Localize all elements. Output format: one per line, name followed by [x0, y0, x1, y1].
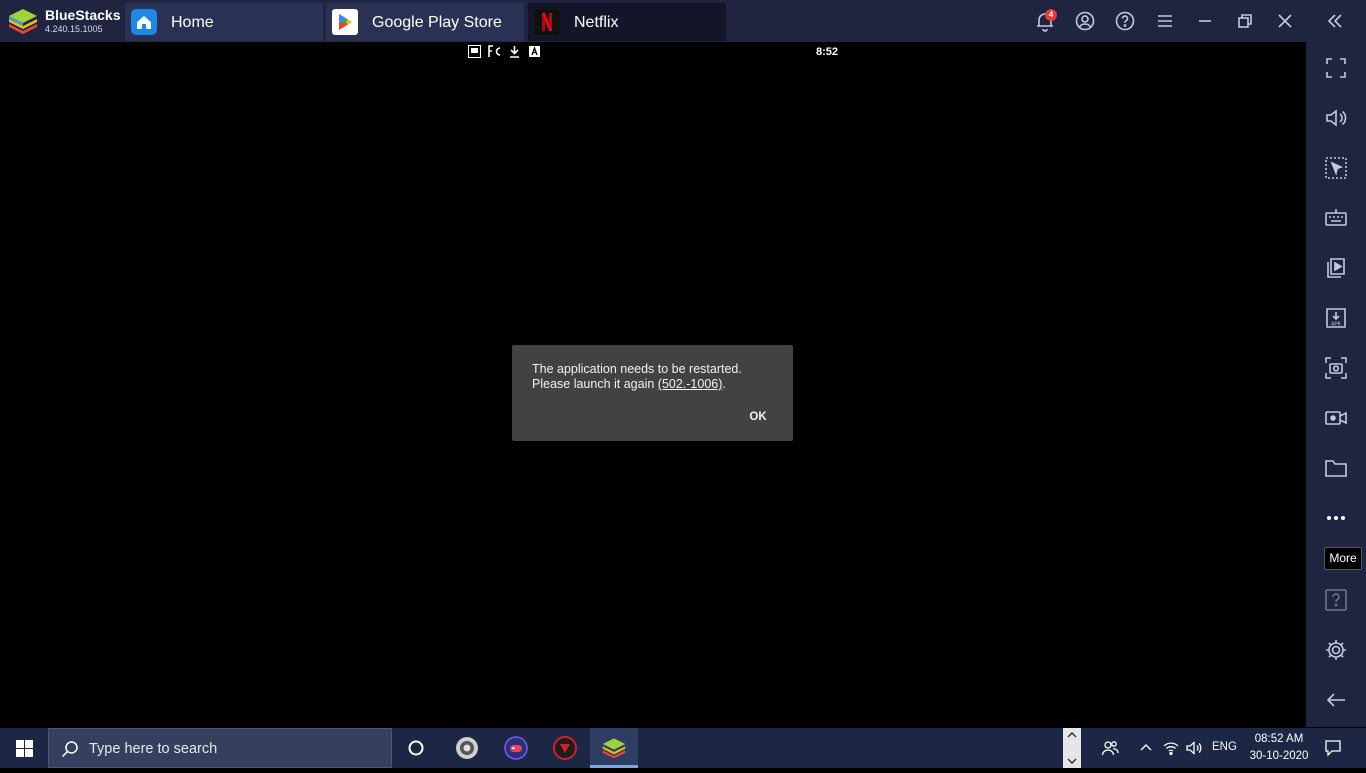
download-icon: [510, 46, 519, 58]
clock-date[interactable]: 30-10-2020: [1248, 750, 1310, 762]
help-icon[interactable]: [1324, 588, 1348, 612]
fullscreen-icon[interactable]: [1324, 56, 1348, 80]
search-placeholder: Type here to search: [89, 741, 218, 757]
clock-time[interactable]: 08:52 AM: [1254, 733, 1304, 745]
folder-icon[interactable]: [1324, 456, 1348, 480]
dialog-message-line1: The application needs to be restarted.: [532, 362, 742, 376]
scroll-arrows-icon: [1067, 731, 1077, 765]
ok-button[interactable]: OK: [742, 405, 774, 429]
bluestacks-taskbar-icon: [602, 738, 626, 759]
taskbar-app-1[interactable]: [443, 728, 491, 768]
windows-taskbar: Type here to search ENG 08:52 AM 30-10-2…: [0, 728, 1366, 768]
start-button[interactable]: [0, 728, 48, 768]
volume-icon[interactable]: [1324, 106, 1348, 130]
fc-icon: [488, 45, 501, 57]
screenshot-icon[interactable]: [1324, 356, 1348, 380]
show-hidden-icons-chevron-icon[interactable]: [1137, 739, 1155, 757]
tab-netflix-label: Netflix: [574, 14, 619, 31]
wifi-icon[interactable]: [1162, 739, 1180, 757]
screenshot-icon: [468, 45, 481, 58]
android-screen[interactable]: 8:52 The application needs to be restart…: [0, 42, 1306, 727]
keyboard-icon[interactable]: [1324, 206, 1348, 230]
brand: BlueStacks 4.240.15.1005: [0, 0, 124, 42]
tray-scroll[interactable]: [1063, 728, 1081, 768]
select-area-icon[interactable]: [1324, 156, 1348, 180]
taskbar-app-bluestacks[interactable]: [590, 728, 638, 768]
taskbar-app-3[interactable]: [541, 728, 589, 768]
tab-google-play-store[interactable]: Google Play Store: [326, 3, 524, 41]
cortana-icon: [408, 740, 424, 756]
people-icon[interactable]: [1101, 739, 1119, 757]
dialog-message-suffix: .: [722, 377, 726, 391]
cortana-button[interactable]: [392, 728, 440, 768]
app-name: BlueStacks: [45, 7, 121, 23]
action-center-icon[interactable]: [1324, 739, 1342, 757]
settings-icon[interactable]: [1324, 638, 1348, 662]
right-toolbar: APK: [1306, 42, 1366, 727]
minimize-icon[interactable]: [1194, 10, 1216, 32]
play-store-icon: [332, 9, 358, 35]
restore-icon[interactable]: [1234, 10, 1256, 32]
record-icon[interactable]: [1324, 406, 1348, 430]
netflix-icon: [534, 9, 560, 35]
svg-text:APK: APK: [1331, 322, 1342, 328]
taskbar-search-box[interactable]: Type here to search: [48, 728, 392, 768]
speaker-icon[interactable]: [1185, 739, 1203, 757]
back-icon[interactable]: [1324, 688, 1348, 712]
app-version: 4.240.15.1005: [45, 24, 103, 34]
home-icon: [131, 9, 157, 35]
help-icon[interactable]: [1114, 10, 1136, 32]
windows-logo-icon: [16, 740, 33, 757]
media-manager-icon[interactable]: [1324, 256, 1348, 280]
search-icon: [61, 741, 78, 758]
notification-badge: 4: [1045, 9, 1057, 21]
android-status-time: 8:52: [816, 46, 839, 58]
a-icon: [529, 46, 540, 57]
error-code-link[interactable]: (502.-1006): [658, 377, 723, 391]
tab-home[interactable]: Home: [125, 3, 323, 41]
error-dialog: The application needs to be restarted. P…: [512, 345, 793, 441]
dialog-message-prefix: Please launch it again: [532, 377, 658, 391]
taskbar-app-2[interactable]: [492, 728, 540, 768]
android-status-icons: [468, 45, 548, 59]
tab-netflix[interactable]: Netflix: [528, 3, 726, 41]
language-indicator[interactable]: ENG: [1212, 741, 1237, 753]
account-icon[interactable]: [1074, 10, 1096, 32]
menu-icon[interactable]: [1154, 10, 1176, 32]
dialog-message-line2: Please launch it again (502.-1006).: [532, 377, 726, 391]
tab-google-play-store-label: Google Play Store: [372, 14, 502, 31]
bluestacks-logo: [9, 9, 37, 34]
more-icon[interactable]: [1324, 506, 1348, 530]
install-apk-icon[interactable]: APK: [1324, 306, 1348, 330]
app-badge-icon: [456, 737, 478, 759]
gamepad-app-icon: [504, 736, 528, 760]
tab-home-label: Home: [171, 14, 214, 31]
title-bar: BlueStacks 4.240.15.1005 Home Google Pla…: [0, 0, 1366, 42]
close-icon[interactable]: [1274, 10, 1296, 32]
red-app-icon: [553, 736, 577, 760]
more-tooltip: More: [1324, 547, 1362, 570]
collapse-sidebar-icon[interactable]: [1324, 10, 1346, 32]
